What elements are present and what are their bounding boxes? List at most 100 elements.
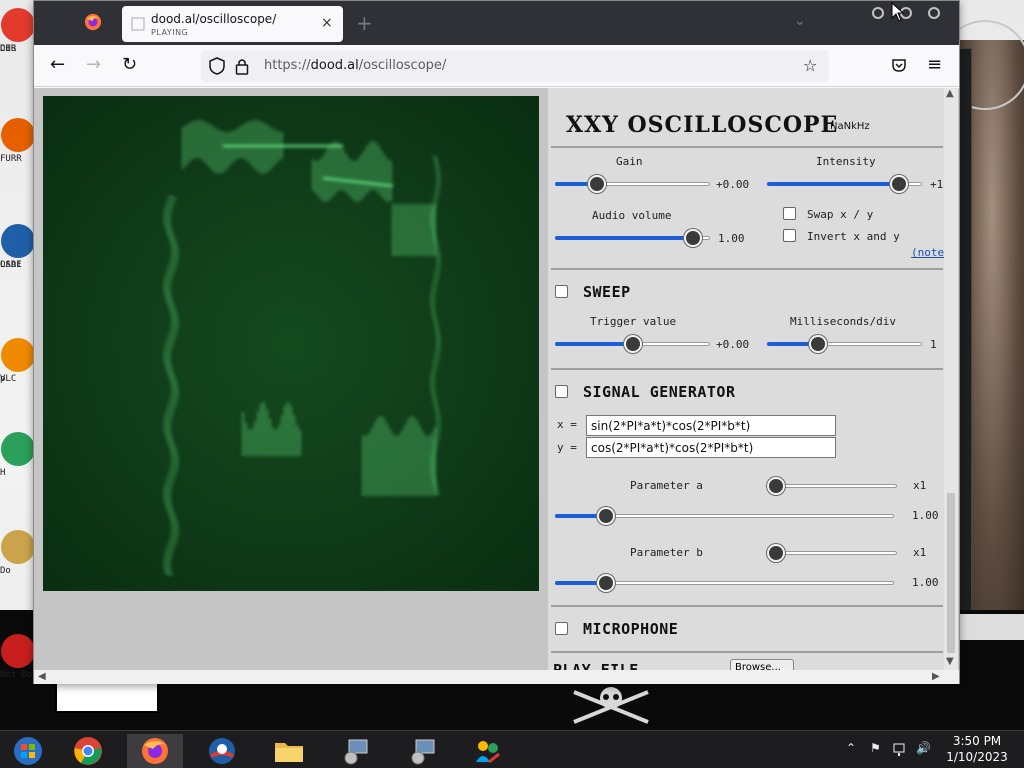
intensity-slider[interactable] xyxy=(767,174,922,194)
chrome-icon xyxy=(1,8,35,42)
pocket-icon[interactable] xyxy=(891,57,907,73)
tab-bar: dood.al/oscilloscope/ PLAYING × + ⌄ xyxy=(34,1,959,45)
tab-favicon xyxy=(131,17,145,31)
folder-icon xyxy=(275,743,303,762)
audio-volume-slider[interactable] xyxy=(555,228,710,248)
minimize-button[interactable] xyxy=(872,7,884,19)
doge-desktop-icon[interactable]: Do xyxy=(0,530,36,576)
action-center-flag-icon[interactable]: ⚑ xyxy=(870,741,881,755)
browse-file-button[interactable]: Browse... xyxy=(730,659,794,670)
back-button[interactable]: ← xyxy=(50,55,65,75)
trigger-value-slider[interactable] xyxy=(555,334,710,354)
parameter-b-slider[interactable] xyxy=(555,573,894,593)
users-icon xyxy=(476,741,500,764)
taskbar-chrome[interactable] xyxy=(60,734,116,768)
scroll-down-icon[interactable]: ▼ xyxy=(946,656,954,667)
system-clock[interactable]: 3:50 PM 1/10/2023 xyxy=(940,733,1014,765)
divider xyxy=(551,268,943,270)
taskbar-obama-app[interactable] xyxy=(194,734,250,768)
divider xyxy=(551,146,943,148)
chrome-desktop-icon[interactable]: CHR DIS xyxy=(0,8,36,54)
close-window-button[interactable] xyxy=(928,7,940,19)
taskbar-file-explorer[interactable] xyxy=(261,734,317,768)
bookmark-star-icon[interactable]: ☆ xyxy=(803,56,817,75)
taskbar-users-app[interactable] xyxy=(460,734,516,768)
swap-xy-checkbox[interactable] xyxy=(783,207,796,220)
parameter-b-multiplier-slider[interactable] xyxy=(767,543,897,563)
intensity-value: +1 xyxy=(930,178,944,191)
tab-oscilloscope[interactable]: dood.al/oscilloscope/ PLAYING × xyxy=(122,6,343,42)
x-equation-label: x = xyxy=(557,418,577,431)
forward-button[interactable]: → xyxy=(86,55,101,75)
osa-icon xyxy=(1,224,35,258)
note-link[interactable]: (note xyxy=(911,246,944,259)
windows-start-icon xyxy=(14,737,42,765)
desktop-icon-label: H xyxy=(0,468,6,478)
list-all-tabs-icon[interactable]: ⌄ xyxy=(794,13,806,29)
signal-generator-checkbox[interactable] xyxy=(555,385,568,398)
microphone-heading: MICROPHONE xyxy=(583,620,679,638)
navigation-toolbar: ← → ↻ https://dood.al/oscilloscope/ ☆ ≡ xyxy=(34,45,959,87)
divider xyxy=(551,368,943,370)
play-file-heading: PLAY FILE xyxy=(553,661,639,670)
taskbar: ⌃ ⚑ 🔊 3:50 PM 1/10/2023 xyxy=(0,730,1024,768)
y-equation-label: y = xyxy=(557,441,577,454)
signal-generator-heading: SIGNAL GENERATOR xyxy=(583,383,736,401)
firefox-desktop-icon[interactable]: FURR xyxy=(0,118,36,164)
ms-div-slider[interactable] xyxy=(767,334,922,354)
url-text[interactable]: https://dood.al/oscilloscope/ xyxy=(264,58,446,73)
taskbar-network-app[interactable] xyxy=(328,734,384,768)
scrollbar-thumb[interactable] xyxy=(947,493,955,653)
network-status-icon[interactable] xyxy=(893,742,909,758)
reload-button[interactable]: ↻ xyxy=(122,55,137,75)
sweep-checkbox[interactable] xyxy=(555,285,568,298)
taskbar-firefox[interactable] xyxy=(127,734,183,768)
osa-desktop-icon[interactable]: OSAI LADE xyxy=(0,224,36,270)
audio-volume-label: Audio volume xyxy=(592,209,672,222)
notdoge-icon xyxy=(1,634,35,668)
new-tab-button[interactable]: + xyxy=(356,11,373,35)
volume-icon[interactable]: 🔊 xyxy=(916,741,931,755)
chrome-icon xyxy=(74,737,102,765)
scroll-left-icon[interactable]: ◀ xyxy=(38,671,46,682)
trigger-value-label: Trigger value xyxy=(590,315,677,328)
tab-title: dood.al/oscilloscope/ xyxy=(151,12,277,26)
invert-xy-checkbox[interactable] xyxy=(783,229,796,242)
lock-icon[interactable] xyxy=(235,57,249,75)
scroll-up-icon[interactable]: ▲ xyxy=(946,88,954,99)
notdoge-desktop-icon[interactable]: Not Dog xyxy=(0,634,38,680)
microphone-checkbox[interactable] xyxy=(555,622,568,635)
tab-close-icon[interactable]: × xyxy=(321,15,333,31)
taskbar-network-app-2[interactable] xyxy=(395,734,451,768)
intensity-label: Intensity xyxy=(816,155,876,168)
mouse-cursor xyxy=(891,2,905,22)
frequency-readout: NaNkHz xyxy=(830,121,870,132)
invert-xy-label: Invert x and y xyxy=(807,230,900,243)
gain-value: +0.00 xyxy=(716,178,750,191)
parameter-a-slider[interactable] xyxy=(555,506,894,526)
hx-desktop-icon[interactable]: H xyxy=(0,432,36,478)
vertical-scrollbar[interactable]: ▲ ▼ xyxy=(944,88,958,670)
parameter-a-multiplier: x1 xyxy=(913,479,927,492)
start-button[interactable] xyxy=(0,734,56,768)
app-menu-button[interactable]: ≡ xyxy=(927,55,942,75)
y-equation-input[interactable] xyxy=(586,437,836,458)
address-bar[interactable]: https://dood.al/oscilloscope/ ☆ xyxy=(201,50,829,82)
parameter-a-multiplier-slider[interactable] xyxy=(767,476,897,496)
ms-div-value: 1 xyxy=(930,338,937,351)
gain-label: Gain xyxy=(616,155,643,168)
horizontal-scrollbar[interactable]: ◀ ▶ xyxy=(34,670,959,684)
gain-slider[interactable] xyxy=(555,174,710,194)
x-equation-input[interactable] xyxy=(586,415,836,436)
firefox-window[interactable]: dood.al/oscilloscope/ PLAYING × + ⌄ ← → … xyxy=(33,0,960,684)
jolly-roger-logo xyxy=(573,687,649,724)
show-hidden-icons-button[interactable]: ⌃ xyxy=(846,741,856,755)
background-window-bar xyxy=(960,614,1024,640)
tracking-protection-shield-icon[interactable] xyxy=(209,57,225,75)
vlc-desktop-icon[interactable]: VLC p xyxy=(0,338,36,384)
scroll-right-icon[interactable]: ▶ xyxy=(932,671,940,682)
network-computer-icon xyxy=(344,739,368,765)
firefox-icon[interactable] xyxy=(84,13,102,31)
control-panel: XXY OSCILLOSCOPE NaNkHz Gain +0.00 Inten… xyxy=(548,88,946,670)
clock-time: 3:50 PM xyxy=(952,734,1002,748)
